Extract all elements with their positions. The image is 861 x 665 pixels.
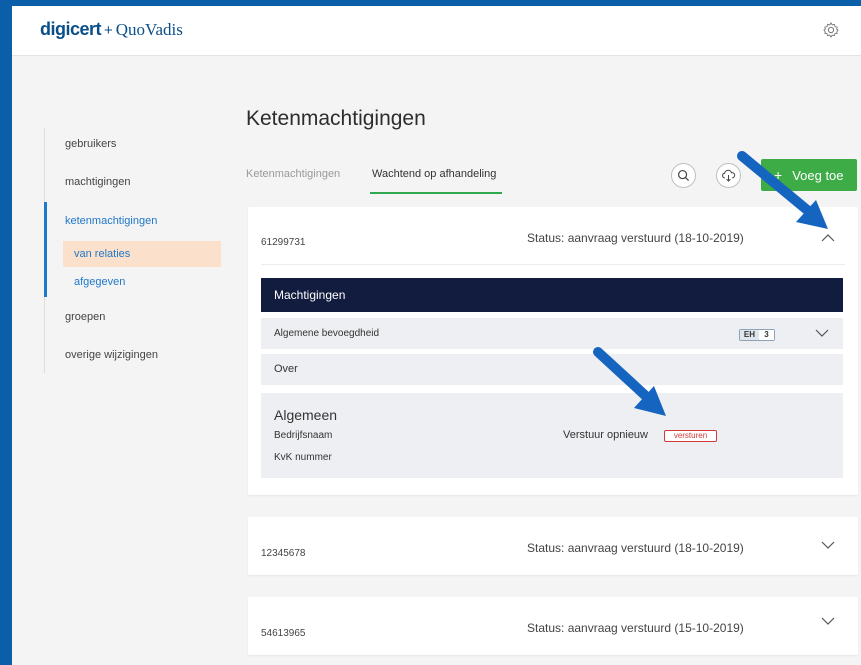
sidebar-item-gebruikers[interactable]: gebruikers <box>65 138 116 150</box>
eh-badge-label: EH <box>740 330 759 340</box>
top-header: digicert + QuoVadis <box>12 6 861 56</box>
chevron-down-icon[interactable] <box>815 329 829 338</box>
sidebar-item-overige-wijzigingen[interactable]: overige wijzigingen <box>65 349 158 361</box>
annotation-arrow-icon <box>737 151 828 229</box>
card-divider <box>261 264 845 265</box>
request-card[interactable]: 54613965 Status: aanvraag verstuurd (15-… <box>248 597 858 655</box>
card-status: Status: aanvraag verstuurd (18-10-2019) <box>527 231 744 245</box>
card-status: Status: aanvraag verstuurd (18-10-2019) <box>527 541 744 555</box>
chevron-down-icon[interactable] <box>821 617 835 626</box>
tab-ketenmachtigingen[interactable]: Ketenmachtigingen <box>246 168 340 180</box>
verstuur-opnieuw-label: Verstuur opnieuw <box>563 429 648 441</box>
over-label: Over <box>274 363 298 375</box>
sidebar-subitem-van-relaties[interactable]: van relaties <box>63 241 221 267</box>
algemeen-section: Algemeen Bedrijfsnaam KvK nummer Verstuu… <box>261 393 843 478</box>
logo[interactable]: digicert + QuoVadis <box>40 19 183 40</box>
bedrijfsnaam-label: Bedrijfsnaam <box>274 430 333 441</box>
algemeen-title: Algemeen <box>274 407 338 423</box>
logo-plus: + <box>104 22 113 39</box>
window-frame-left <box>0 0 12 665</box>
versturen-button[interactable]: versturen <box>664 430 717 442</box>
sidebar-subitem-afgegeven[interactable]: afgegeven <box>63 269 221 295</box>
search-icon <box>677 169 690 182</box>
search-button[interactable] <box>671 163 696 188</box>
card-id: 61299731 <box>261 237 306 248</box>
permission-row[interactable]: Algemene bevoegdheid EH 3 <box>261 318 843 349</box>
active-tab-underline <box>370 192 502 194</box>
permission-label: Algemene bevoegdheid <box>274 328 380 339</box>
gear-icon <box>823 22 839 38</box>
sidebar-active-indicator <box>44 202 47 297</box>
logo-digicert: digicert <box>40 19 102 39</box>
sidebar-item-ketenmachtigingen[interactable]: ketenmachtigingen <box>65 215 157 227</box>
request-card: 61299731 Status: aanvraag verstuurd (18-… <box>248 207 858 495</box>
card-id: 54613965 <box>261 628 306 639</box>
chevron-down-icon[interactable] <box>821 541 835 550</box>
settings-button[interactable] <box>821 20 841 40</box>
page-title: Ketenmachtigingen <box>246 107 426 130</box>
card-status: Status: aanvraag verstuurd (15-10-2019) <box>527 621 744 635</box>
cloud-download-icon <box>722 169 736 182</box>
machtigingen-header: Machtigingen <box>261 278 843 312</box>
eh-badge-count: 3 <box>758 330 774 340</box>
kvk-label: KvK nummer <box>274 452 332 463</box>
request-card[interactable]: 12345678 Status: aanvraag verstuurd (18-… <box>248 517 858 575</box>
logo-quovadis: QuoVadis <box>115 20 183 39</box>
sidebar-item-groepen[interactable]: groepen <box>65 311 105 323</box>
sidebar: gebruikers machtigingen ketenmachtiginge… <box>44 128 224 373</box>
tab-wachtend-op-afhandeling[interactable]: Wachtend op afhandeling <box>372 168 496 180</box>
card-id: 12345678 <box>261 548 306 559</box>
annotation-arrow-icon <box>593 347 666 416</box>
sidebar-item-machtigingen[interactable]: machtigingen <box>65 176 130 188</box>
over-row[interactable]: Over <box>261 354 843 385</box>
eh-badge: EH 3 <box>739 329 775 341</box>
